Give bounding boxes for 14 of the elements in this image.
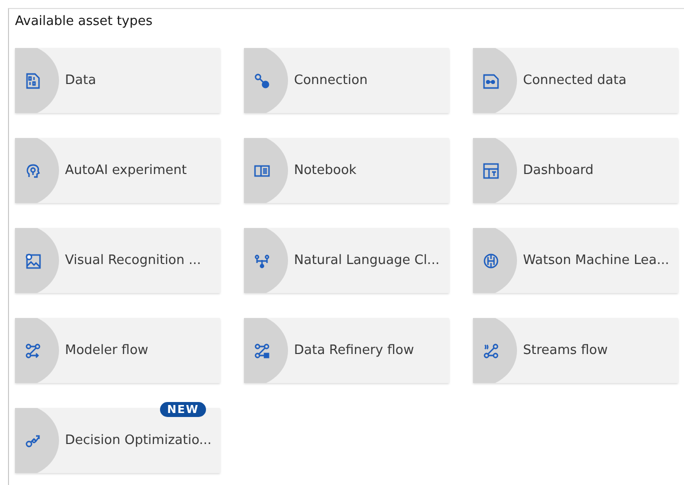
connection-icon (254, 72, 270, 88)
flow-icon (254, 342, 270, 358)
section-heading: Available asset types (15, 14, 154, 29)
data-file-icon (25, 72, 41, 88)
image-icon (25, 252, 41, 268)
flow-icon (483, 342, 499, 358)
connected-file-icon (483, 72, 499, 88)
chain-icon (25, 432, 41, 448)
new-badge: NEW (160, 402, 206, 417)
notebook-icon (254, 162, 270, 178)
dashboard-icon (483, 162, 499, 178)
head-icon (25, 162, 41, 178)
tree-nodes-icon (254, 252, 270, 268)
flow-icon (25, 342, 41, 358)
